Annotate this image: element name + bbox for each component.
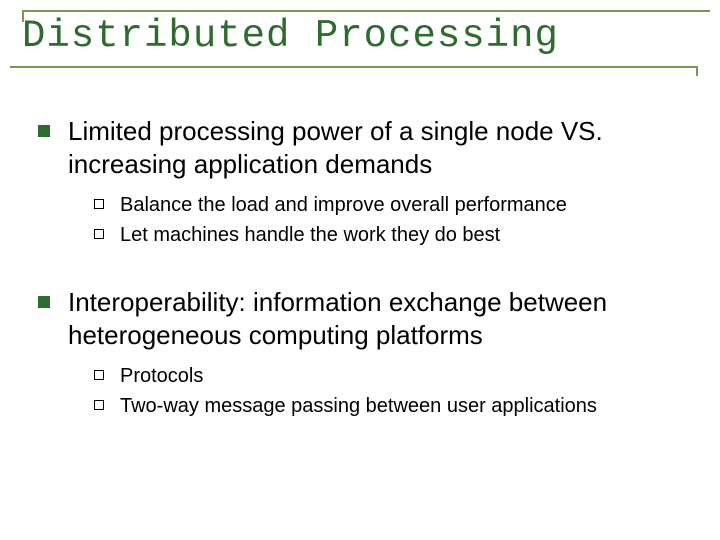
title-rule-top	[22, 10, 710, 12]
list-item: Balance the load and improve overall per…	[94, 192, 690, 218]
list-item: Interoperability: information exchange b…	[38, 286, 690, 351]
sub-list: Protocols Two-way message passing betwee…	[94, 363, 690, 419]
list-item-text: Interoperability: information exchange b…	[68, 286, 690, 351]
sub-list: Balance the load and improve overall per…	[94, 192, 690, 248]
list-item: Two-way message passing between user app…	[94, 393, 690, 419]
hollow-square-bullet-icon	[94, 400, 104, 410]
hollow-square-bullet-icon	[94, 199, 104, 209]
rule-tick-icon	[696, 66, 698, 76]
list-item-text: Protocols	[120, 363, 203, 389]
list-item: Limited processing power of a single nod…	[38, 115, 690, 180]
list-item-text: Two-way message passing between user app…	[120, 393, 597, 419]
slide: Distributed Processing Limited processin…	[0, 0, 720, 540]
list-item-text: Balance the load and improve overall per…	[120, 192, 567, 218]
square-bullet-icon	[38, 296, 50, 308]
list-item: Protocols	[94, 363, 690, 389]
hollow-square-bullet-icon	[94, 370, 104, 380]
title-rule-under	[10, 66, 698, 68]
slide-title: Distributed Processing	[22, 14, 559, 58]
slide-content: Limited processing power of a single nod…	[38, 115, 690, 457]
list-item-text: Let machines handle the work they do bes…	[120, 222, 500, 248]
list-item-text: Limited processing power of a single nod…	[68, 115, 690, 180]
square-bullet-icon	[38, 125, 50, 137]
list-item: Let machines handle the work they do bes…	[94, 222, 690, 248]
hollow-square-bullet-icon	[94, 229, 104, 239]
